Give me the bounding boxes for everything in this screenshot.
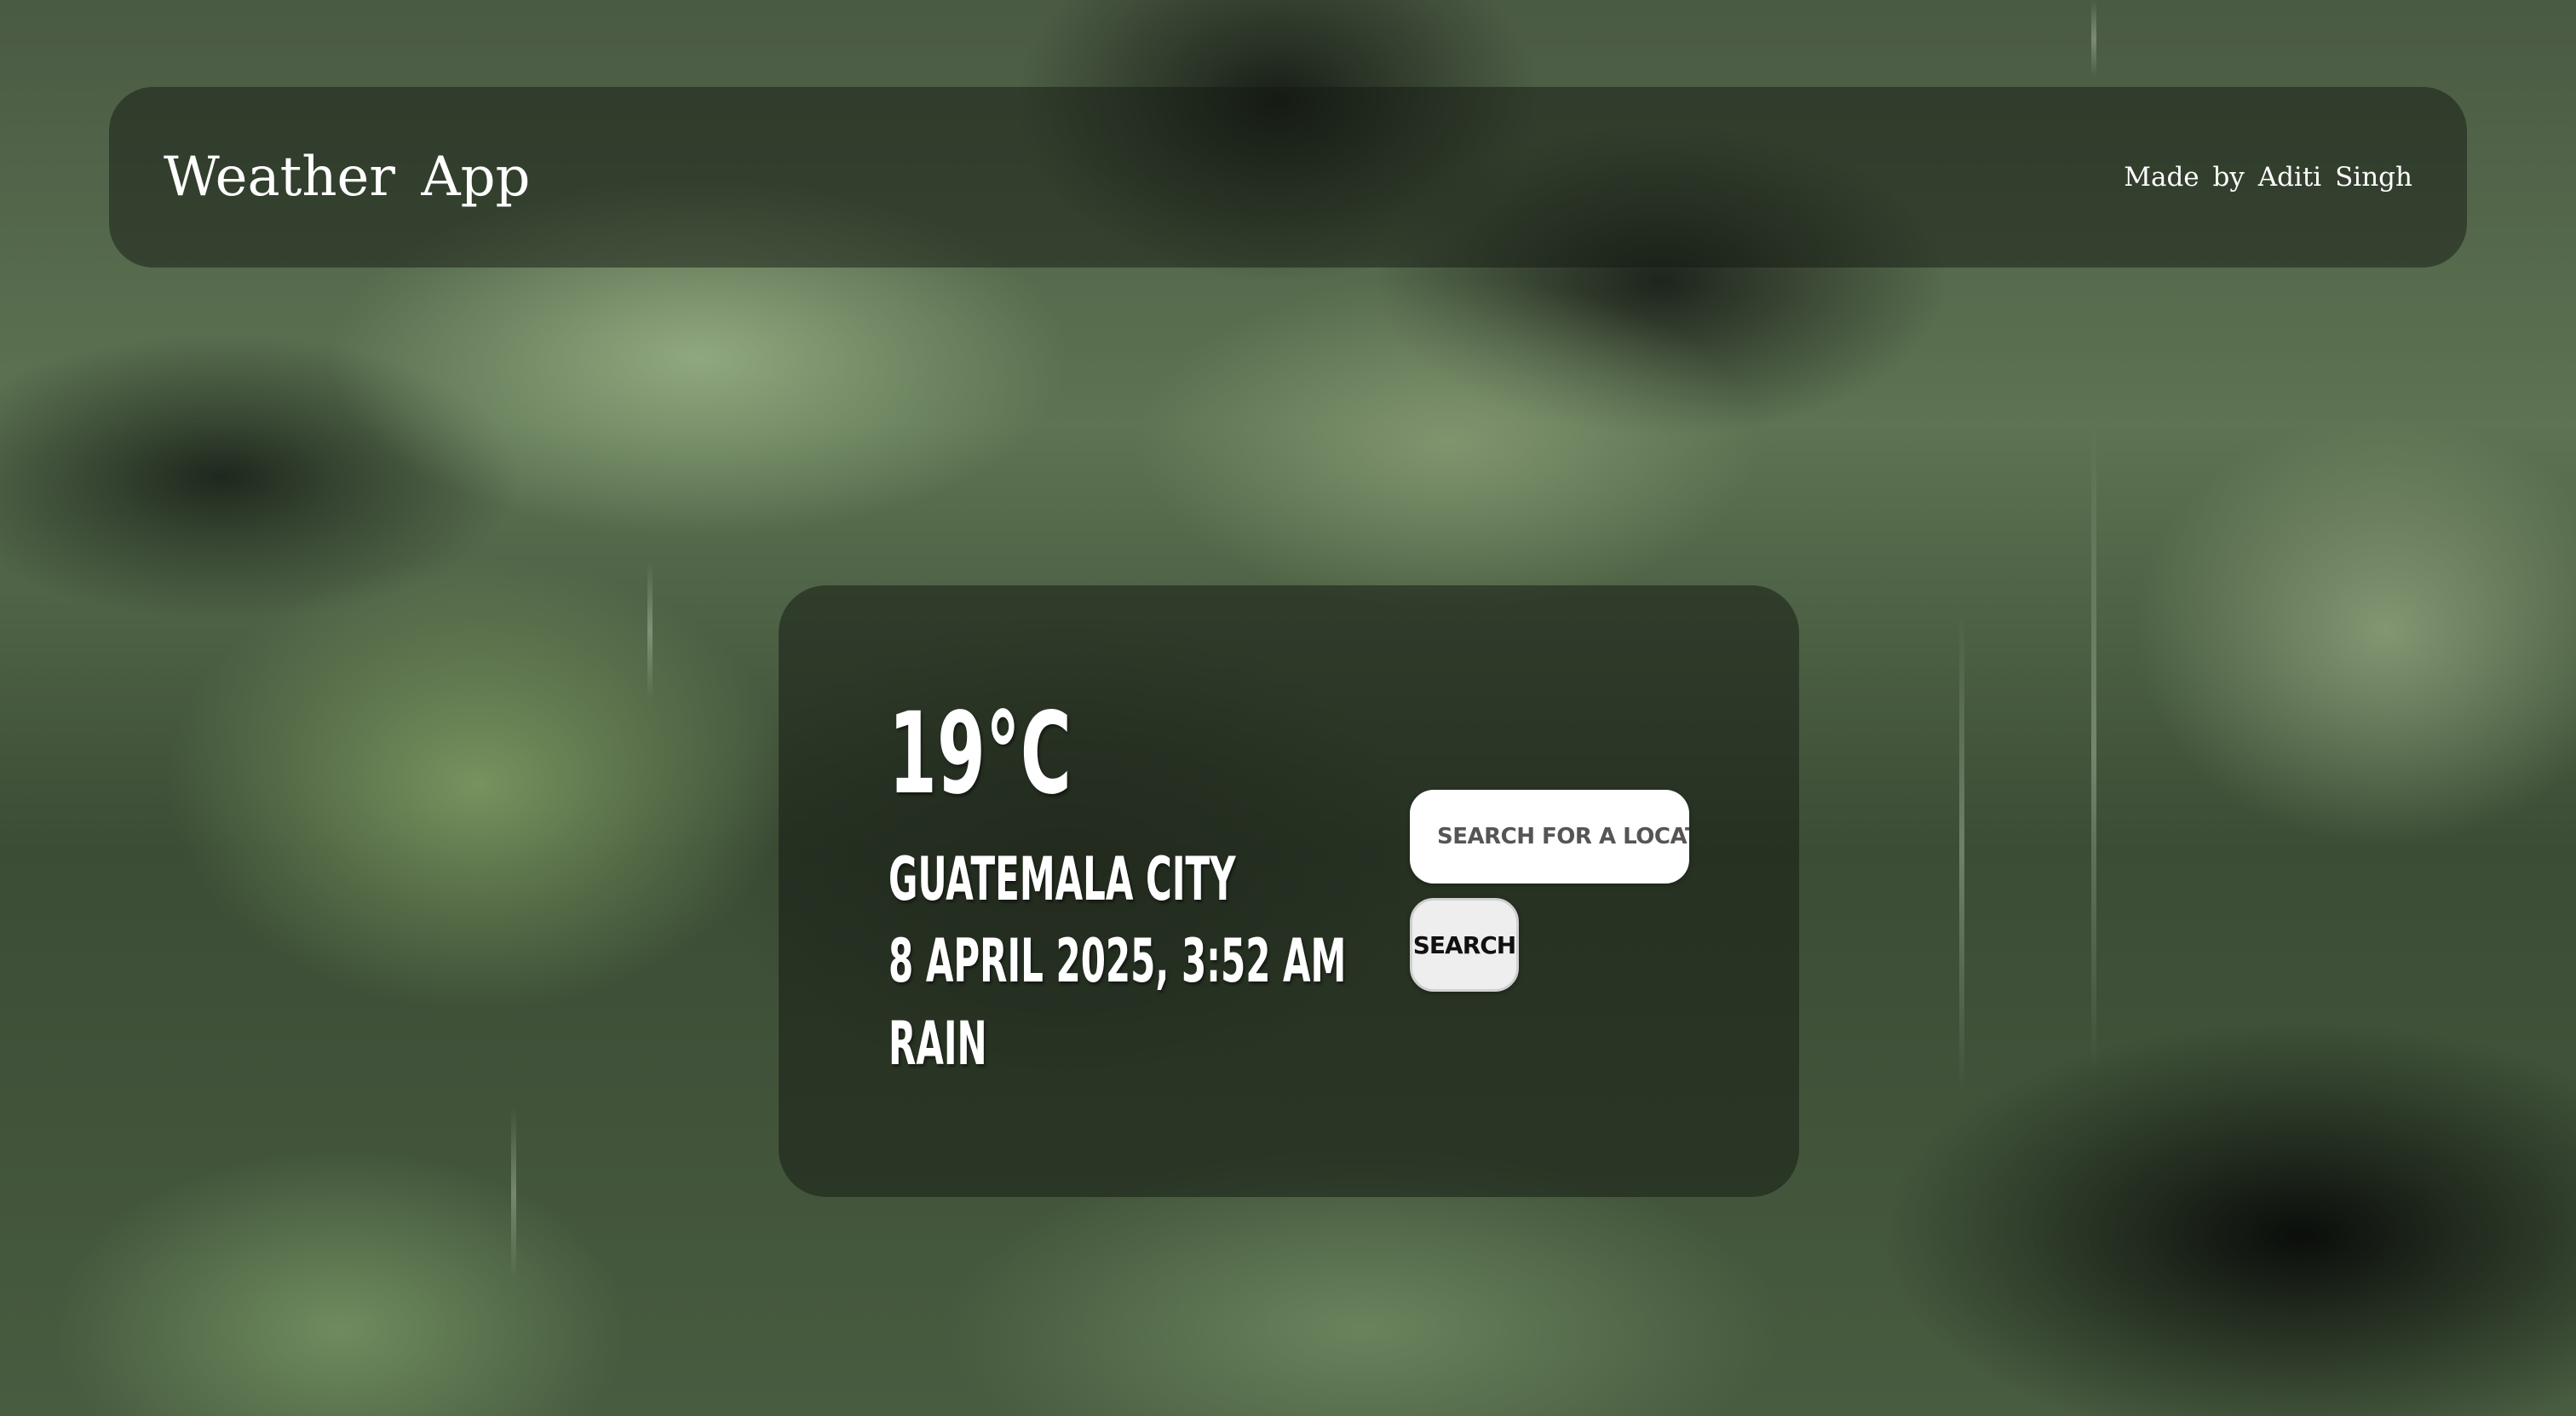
search-button[interactable]: Search: [1410, 898, 1519, 992]
date-time: 8 April 2025, 3:52 AM: [888, 926, 1347, 996]
rain-streak: [2091, 426, 2096, 1074]
temperature-value: 19°C: [888, 688, 1072, 820]
rain-streak: [1959, 613, 1964, 1091]
weather-condition: Rain: [888, 1009, 987, 1079]
rain-streak: [647, 562, 653, 699]
navbar: Weather App Made by Aditi Singh: [109, 87, 2467, 268]
weather-card: 19°C Guatemala City 8 April 2025, 3:52 A…: [779, 585, 1799, 1197]
app-title: Weather App: [164, 146, 531, 209]
search-input[interactable]: [1410, 790, 1689, 884]
author-credit: Made by Aditi Singh: [2124, 162, 2412, 193]
rain-streak: [511, 1108, 516, 1278]
city-name: Guatemala City: [888, 844, 1236, 914]
rain-streak: [2091, 0, 2096, 77]
